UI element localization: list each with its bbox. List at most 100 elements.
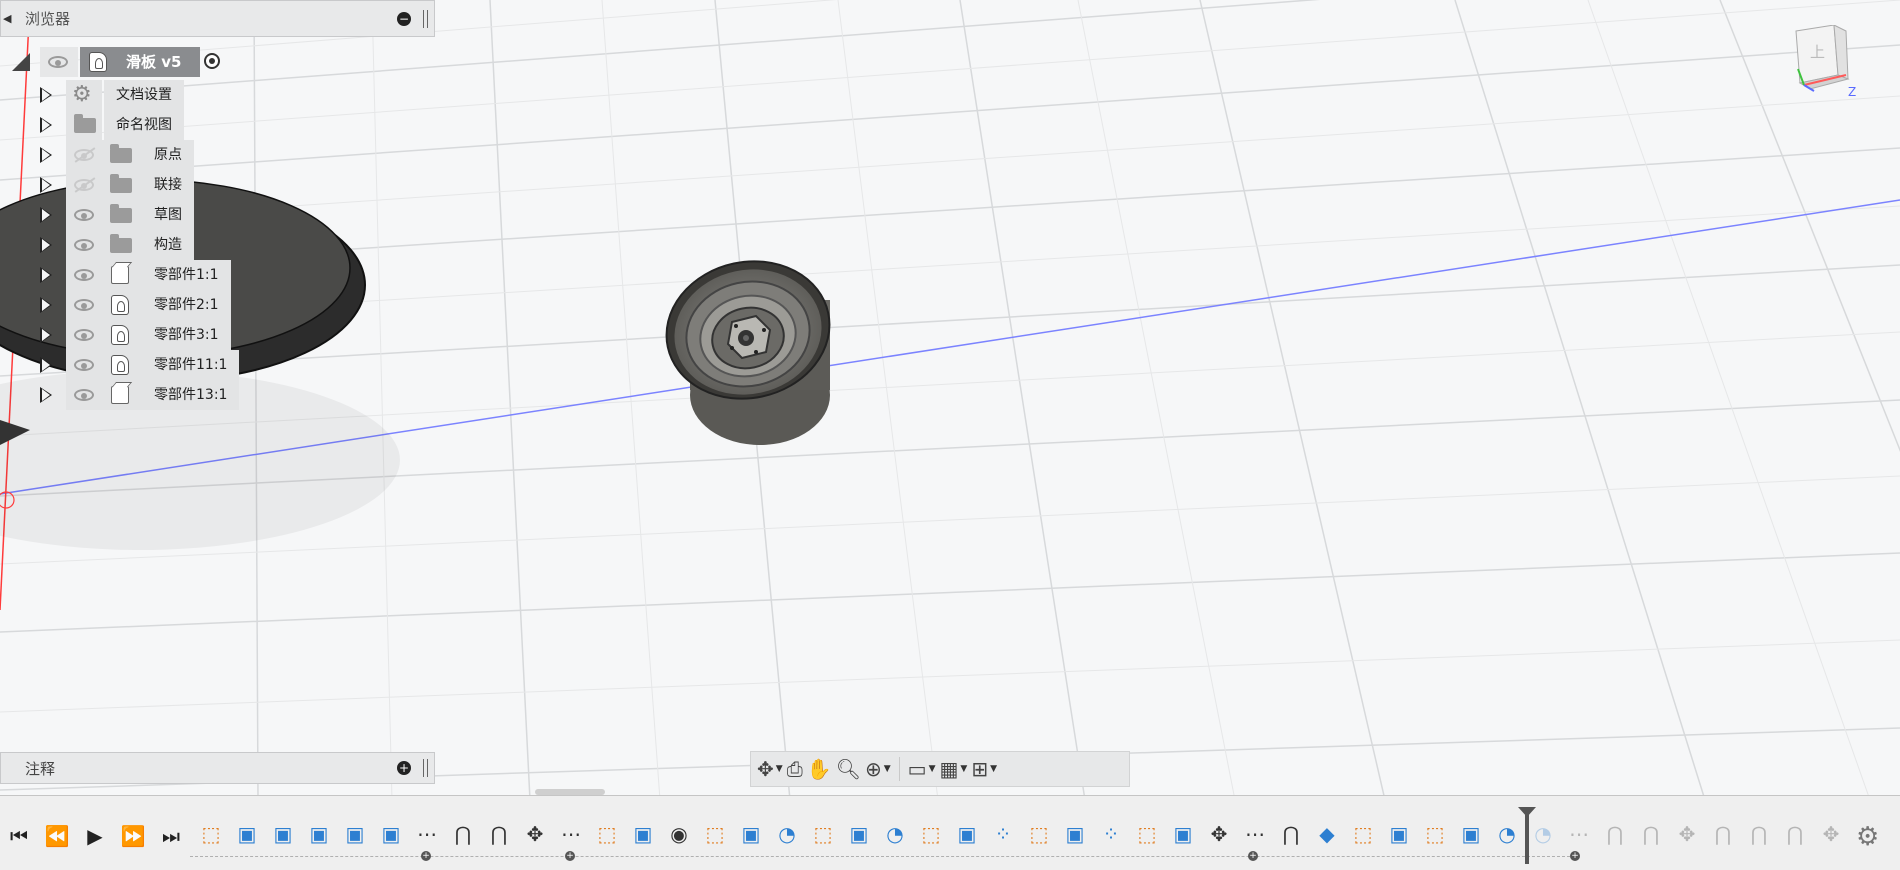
expand-triangle-icon[interactable]: [40, 87, 52, 103]
timeline-extrude-icon[interactable]: ▣: [234, 818, 260, 850]
timeline-joint-icon[interactable]: ⋂: [1746, 818, 1772, 850]
expand-triangle-icon[interactable]: [40, 207, 52, 223]
root-component-label[interactable]: 滑板 v5: [120, 47, 200, 77]
timeline-extrude-icon[interactable]: ▣: [846, 818, 872, 850]
visibility-toggle[interactable]: [66, 200, 102, 230]
timeline-sketch-icon[interactable]: ⬚: [1422, 818, 1448, 850]
timeline-joint-icon[interactable]: ⋂: [1782, 818, 1808, 850]
expand-triangle-icon[interactable]: [40, 267, 52, 283]
panel-grip-icon[interactable]: [423, 9, 428, 28]
tree-item-label[interactable]: 构造: [140, 230, 194, 260]
visibility-toggle[interactable]: [66, 140, 102, 170]
step-forward-icon[interactable]: ⏩: [114, 824, 152, 848]
timeline-extrude-icon[interactable]: ▣: [1386, 818, 1412, 850]
visibility-toggle[interactable]: [66, 230, 102, 260]
timeline-group-marker[interactable]: +: [565, 851, 575, 861]
orbit-icon[interactable]: ✥ ▼: [757, 755, 783, 783]
timeline-pattern-icon[interactable]: ⋯: [1566, 818, 1592, 850]
timeline-sketch-icon[interactable]: ⬚: [810, 818, 836, 850]
timeline-extrude-icon[interactable]: ▣: [1170, 818, 1196, 850]
expand-triangle-icon[interactable]: [40, 387, 52, 403]
timeline-revolve-icon[interactable]: ◔: [882, 818, 908, 850]
timeline-pattern-icon[interactable]: ⋯: [414, 818, 440, 850]
timeline-circular-pattern-icon[interactable]: ⁘: [1098, 818, 1124, 850]
viewports-icon[interactable]: ⊞ ▼: [971, 755, 997, 783]
timeline-extrude-icon[interactable]: ▣: [342, 818, 368, 850]
step-back-icon[interactable]: ⏪: [38, 824, 76, 848]
timeline-extrude-icon[interactable]: ▣: [270, 818, 296, 850]
timeline-move-icon[interactable]: ✥: [522, 818, 548, 850]
expand-triangle-icon[interactable]: [40, 147, 52, 163]
view-cube[interactable]: 上 Z: [1790, 24, 1856, 99]
annotations-panel-header[interactable]: 注释 +: [0, 752, 435, 784]
timeline-joint-icon[interactable]: ⋂: [450, 818, 476, 850]
view-cube-face-label[interactable]: 上: [1810, 41, 1825, 62]
expand-triangle-icon[interactable]: [40, 237, 52, 253]
timeline-sketch-icon[interactable]: ⬚: [1134, 818, 1160, 850]
tree-item-label[interactable]: 零部件2:1: [140, 290, 231, 320]
tree-item-label[interactable]: 文档设置: [104, 80, 184, 110]
timeline-playhead[interactable]: [1518, 807, 1536, 864]
root-visibility-toggle[interactable]: [40, 47, 78, 77]
root-component-row[interactable]: 滑板 v5: [0, 47, 240, 77]
expand-triangle-icon[interactable]: [40, 327, 52, 343]
expand-triangle-icon[interactable]: [40, 117, 52, 133]
timeline-extrude-icon[interactable]: ▣: [1062, 818, 1088, 850]
timeline-sketch-icon[interactable]: ⬚: [1026, 818, 1052, 850]
collapse-panel-icon[interactable]: ◀: [3, 12, 17, 25]
grid-icon[interactable]: ▦ ▼: [940, 755, 968, 783]
timeline-move-icon[interactable]: ✥: [1674, 818, 1700, 850]
plus-circle-icon[interactable]: +: [397, 761, 411, 775]
timeline-group-marker[interactable]: +: [1248, 851, 1258, 861]
timeline-extrude-icon[interactable]: ▣: [954, 818, 980, 850]
zoom-icon[interactable]: 🔍︎: [836, 755, 861, 783]
timeline[interactable]: ⏮ ⏪ ▶ ⏩ ⏭ ⬚ ▣ ▣ ▣ ▣ ▣ ⋯ ⋂ ⋂ ✥ ⋯ ⬚ ▣ ◉ ⬚ ▣ ◔ ⬚ ▣ ◔ ⬚ ▣ ⁘ ⬚ ▣ ⁘ ⬚ ▣ ✥ ⋯…: [0, 789, 1900, 870]
timeline-revolve-icon[interactable]: ◔: [1494, 818, 1520, 850]
visibility-toggle[interactable]: [66, 320, 102, 350]
timeline-joint-icon[interactable]: ⋂: [1602, 818, 1628, 850]
timeline-pattern-icon[interactable]: ⋯: [558, 818, 584, 850]
go-to-end-icon[interactable]: ⏭: [152, 824, 190, 848]
timeline-extrude-icon[interactable]: ▣: [306, 818, 332, 850]
viewport-scroll-handle[interactable]: [535, 789, 605, 795]
tree-item-label[interactable]: 联接: [140, 170, 194, 200]
timeline-group-marker[interactable]: +: [421, 851, 431, 861]
visibility-toggle[interactable]: [66, 290, 102, 320]
expanded-triangle-icon[interactable]: [12, 53, 30, 71]
timeline-settings-gear-icon[interactable]: ⚙: [1856, 822, 1879, 852]
tree-item-label[interactable]: 零部件1:1: [140, 260, 231, 290]
expand-triangle-icon[interactable]: [40, 177, 52, 193]
tree-item-label[interactable]: 零部件13:1: [140, 380, 240, 410]
timeline-group-marker[interactable]: +: [1570, 851, 1580, 861]
timeline-extrude-icon[interactable]: ▣: [1458, 818, 1484, 850]
activate-radio-icon[interactable]: [204, 53, 220, 69]
tree-item-label[interactable]: 草图: [140, 200, 194, 230]
timeline-circular-pattern-icon[interactable]: ⁘: [990, 818, 1016, 850]
timeline-extrude-icon[interactable]: ▣: [630, 818, 656, 850]
look-at-icon[interactable]: ⎙: [787, 755, 803, 783]
tree-item-label[interactable]: 原点: [140, 140, 194, 170]
timeline-joint-icon[interactable]: ⋂: [1278, 818, 1304, 850]
timeline-point-icon[interactable]: ◉: [666, 818, 692, 850]
timeline-revolve-icon[interactable]: ◔: [774, 818, 800, 850]
timeline-extrude-icon[interactable]: ▣: [378, 818, 404, 850]
3d-viewport[interactable]: [0, 0, 1900, 800]
browser-panel-header[interactable]: ◀ 浏览器 −: [0, 0, 435, 37]
fit-icon[interactable]: ⊕ ▼: [865, 755, 891, 783]
visibility-toggle[interactable]: [66, 170, 102, 200]
visibility-toggle[interactable]: [66, 380, 102, 410]
timeline-joint-icon[interactable]: ⋂: [1638, 818, 1664, 850]
timeline-pattern-icon[interactable]: ⋯: [1242, 818, 1268, 850]
visibility-toggle[interactable]: [66, 260, 102, 290]
play-icon[interactable]: ▶: [76, 824, 114, 848]
visibility-toggle[interactable]: [66, 350, 102, 380]
timeline-component-icon[interactable]: ◆: [1314, 818, 1340, 850]
timeline-move-icon[interactable]: ✥: [1818, 818, 1844, 850]
panel-grip-icon[interactable]: [423, 759, 428, 777]
display-settings-icon[interactable]: ▭ ▼: [908, 755, 936, 783]
timeline-sketch-icon[interactable]: ⬚: [594, 818, 620, 850]
expand-triangle-icon[interactable]: [40, 297, 52, 313]
timeline-extrude-icon[interactable]: ▣: [738, 818, 764, 850]
timeline-joint-icon[interactable]: ⋂: [1710, 818, 1736, 850]
timeline-sketch-icon[interactable]: ⬚: [198, 818, 224, 850]
